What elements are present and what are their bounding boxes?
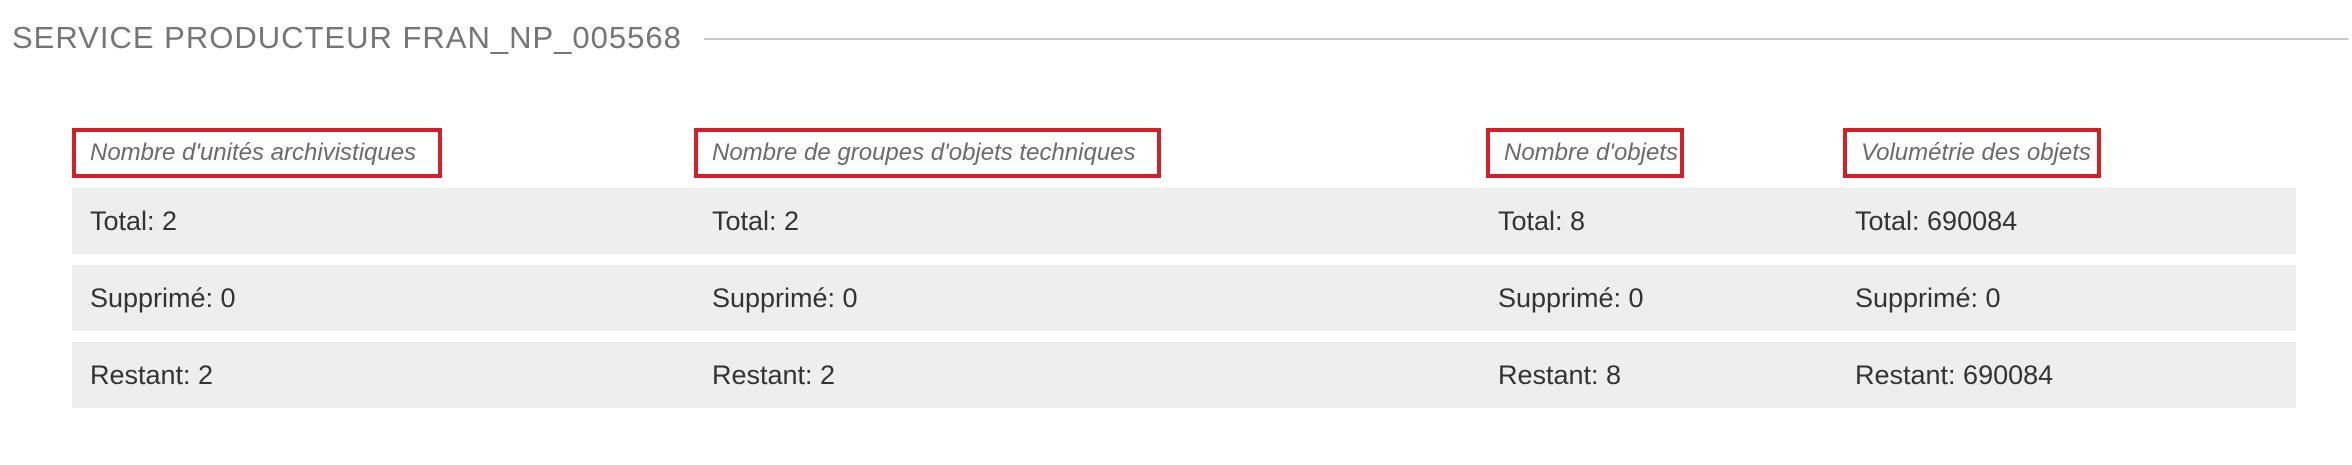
column-header-object-volume: Volumétrie des objets xyxy=(1843,128,2101,178)
cell-remaining-object-volume: Restant: 690084 xyxy=(1855,359,2054,390)
cell-deleted-objects: Supprimé: 0 xyxy=(1498,282,1644,313)
table-row-total: Total: 2 Total: 2 Total: 8 Total: 690084 xyxy=(72,188,2296,254)
stats-table: Nombre d'unités archivistiques Nombre de… xyxy=(72,128,2296,419)
cell-total-archival-units: Total: 2 xyxy=(90,205,178,236)
cell-total-object-volume: Total: 690084 xyxy=(1855,205,2018,236)
cell-remaining-archival-units: Restant: 2 xyxy=(90,359,214,390)
table-header-row: Nombre d'unités archivistiques Nombre de… xyxy=(72,128,2296,188)
cell-total-technical-object-groups: Total: 2 xyxy=(712,205,800,236)
column-header-technical-object-groups: Nombre de groupes d'objets techniques xyxy=(694,128,1161,178)
cell-remaining-objects: Restant: 8 xyxy=(1498,359,1622,390)
cell-deleted-technical-object-groups: Supprimé: 0 xyxy=(712,282,858,313)
section-header: SERVICE PRODUCTEUR FRAN_NP_005568 xyxy=(12,16,2348,60)
cell-remaining-technical-object-groups: Restant: 2 xyxy=(712,359,836,390)
cell-deleted-archival-units: Supprimé: 0 xyxy=(90,282,236,313)
cell-deleted-object-volume: Supprimé: 0 xyxy=(1855,282,2001,313)
section-title: SERVICE PRODUCTEUR FRAN_NP_005568 xyxy=(12,20,682,55)
column-header-objects: Nombre d'objets xyxy=(1486,128,1684,178)
service-producteur-page: SERVICE PRODUCTEUR FRAN_NP_005568 Nombre… xyxy=(0,0,2352,465)
table-row-remaining: Restant: 2 Restant: 2 Restant: 8 Restant… xyxy=(72,342,2296,408)
cell-total-objects: Total: 8 xyxy=(1498,205,1586,236)
column-header-archival-units: Nombre d'unités archivistiques xyxy=(72,128,442,178)
section-divider xyxy=(703,38,2348,40)
table-row-deleted: Supprimé: 0 Supprimé: 0 Supprimé: 0 Supp… xyxy=(72,265,2296,331)
